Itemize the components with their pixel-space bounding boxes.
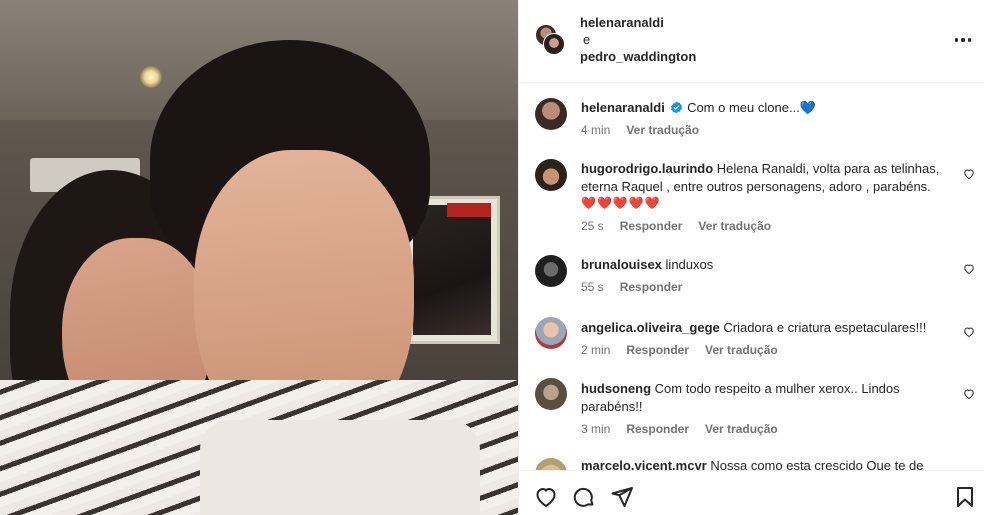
comment-username[interactable]: angelica.oliveira_gege (581, 320, 720, 335)
heart-icon[interactable] (534, 485, 558, 509)
comment-time[interactable]: 25 s (581, 219, 604, 233)
avatar[interactable] (535, 255, 567, 287)
avatar[interactable] (535, 378, 567, 410)
comment-time[interactable]: 2 min (581, 343, 610, 357)
post-side-panel: helenaranaldi e pedro_waddington helenar… (518, 0, 984, 515)
translate-button[interactable]: Ver tradução (705, 343, 778, 357)
comment-username[interactable]: brunalouisex (581, 257, 662, 272)
comment-username[interactable]: hudsoneng (581, 381, 651, 396)
header-conjunction: e (583, 32, 591, 47)
reply-button[interactable]: Responder (620, 280, 683, 294)
comment-icon[interactable] (572, 485, 596, 509)
comment-item: hugorodrigo.laurindo Helena Ranaldi, vol… (519, 158, 984, 238)
post-photo[interactable] (0, 0, 518, 515)
avatar[interactable] (535, 98, 567, 130)
avatar[interactable] (535, 317, 567, 349)
caption-text: Com o meu clone...💙 (687, 100, 816, 115)
header-username-1[interactable]: helenaranaldi (580, 15, 664, 30)
verified-badge-icon (671, 101, 683, 114)
translate-button[interactable]: Ver tradução (705, 422, 778, 436)
post-header: helenaranaldi e pedro_waddington (519, 0, 984, 83)
photo-lamp (140, 66, 162, 88)
caption: helenaranaldi Com o meu clone...💙 4 min … (519, 96, 984, 146)
caption-username[interactable]: helenaranaldi (581, 100, 665, 115)
caption-time[interactable]: 4 min (581, 123, 610, 137)
comment-item: angelica.oliveira_gege Criadora e criatu… (519, 317, 984, 362)
reply-button[interactable]: Responder (626, 422, 689, 436)
comment-time[interactable]: 55 s (581, 280, 604, 294)
avatar[interactable] (535, 458, 567, 470)
comment-text: Nossa como esta crescido Que te de (710, 458, 924, 470)
comment-time[interactable]: 3 min (581, 422, 610, 436)
comment-item: hudsoneng Com todo respeito a mulher xer… (519, 378, 984, 440)
avatar[interactable] (543, 33, 565, 55)
post-actions-bar (519, 470, 984, 515)
reply-button[interactable]: Responder (626, 343, 689, 357)
avatar[interactable] (535, 159, 567, 191)
bookmark-icon[interactable] (953, 485, 977, 509)
translate-button[interactable]: Ver tradução (698, 219, 771, 233)
comment-username[interactable]: marcelo.vicent.mcvr (581, 458, 707, 470)
translate-button[interactable]: Ver tradução (626, 123, 699, 137)
comment-item: brunalouisex linduxos 55 s Responder (519, 255, 984, 300)
heart-icon[interactable] (963, 326, 975, 338)
comment-item: marcelo.vicent.mcvr Nossa como esta cres… (519, 455, 984, 470)
heart-icon[interactable] (963, 168, 975, 180)
send-icon[interactable] (610, 485, 634, 509)
comment-text: Criadora e criatura espetaculares!!! (723, 320, 927, 335)
comment-text: linduxos (665, 257, 714, 272)
comment-username[interactable]: hugorodrigo.laurindo (581, 161, 713, 176)
reply-button[interactable]: Responder (620, 219, 683, 233)
photo-man-shirt (200, 420, 480, 515)
comment-emoji: ❤️❤️❤️❤️❤️ (581, 196, 661, 210)
header-username-2[interactable]: pedro_waddington (580, 49, 696, 64)
more-options-icon[interactable] (951, 30, 975, 50)
heart-icon[interactable] (963, 263, 975, 275)
heart-icon[interactable] (963, 388, 975, 400)
